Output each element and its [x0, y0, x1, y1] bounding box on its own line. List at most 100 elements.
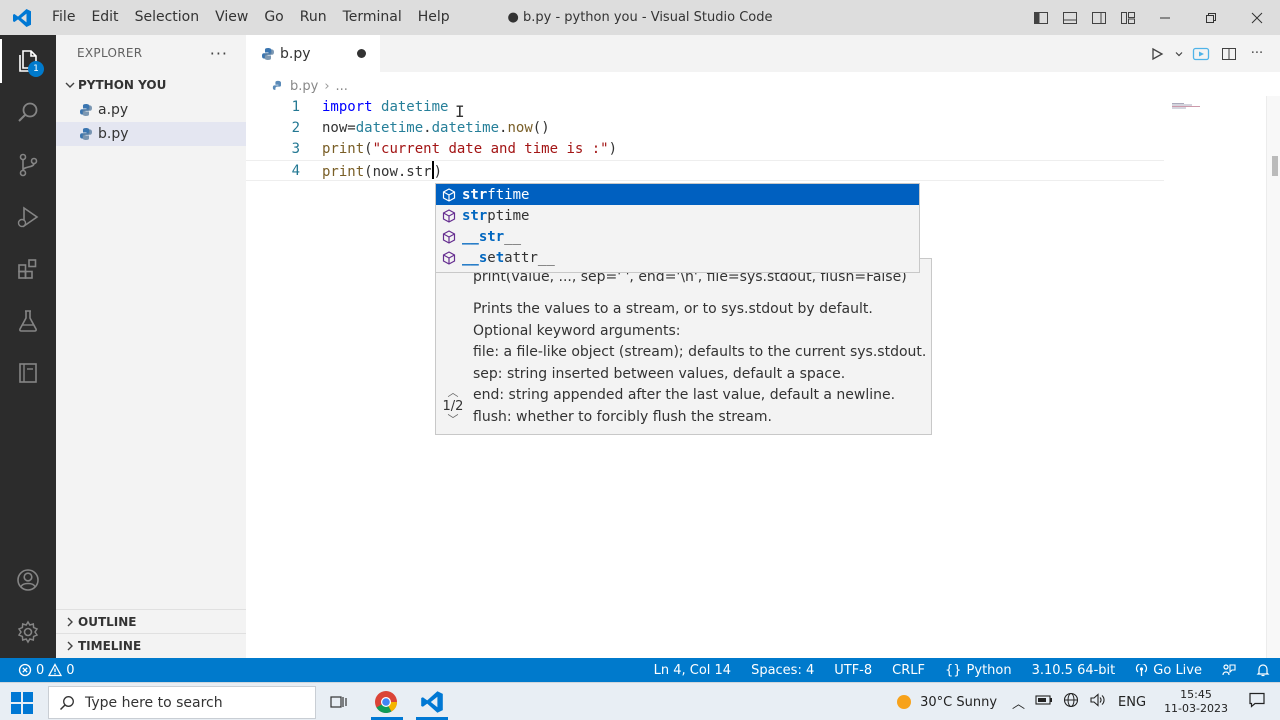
search-icon[interactable]: [0, 87, 56, 139]
chevron-up-icon[interactable]: ︿: [1007, 693, 1030, 712]
suggestion-item[interactable]: str ptime: [436, 205, 919, 226]
menu-run[interactable]: Run: [292, 0, 335, 35]
suggest-widget: str ftime str ptime __str __ __s e t attr__: [435, 183, 920, 273]
encoding[interactable]: UTF-8: [824, 663, 882, 678]
toggle-panel-icon[interactable]: [1055, 0, 1084, 35]
menu-terminal[interactable]: Terminal: [335, 0, 410, 35]
folder-python-you[interactable]: PYTHON YOU: [56, 72, 246, 98]
chrome-icon[interactable]: [371, 687, 401, 717]
run-debug-icon[interactable]: [0, 191, 56, 243]
python-file-icon: [260, 46, 276, 62]
chevron-up-icon[interactable]: ︿: [438, 387, 468, 399]
python-file-icon: [78, 102, 94, 118]
python-file-icon: [78, 126, 94, 142]
source-control-icon[interactable]: [0, 139, 56, 191]
settings-gear-icon[interactable]: [0, 606, 56, 658]
menu-go[interactable]: Go: [256, 0, 291, 35]
clock-date: 11-03-2023: [1164, 702, 1228, 715]
python-interpreter[interactable]: 3.10.5 64-bit: [1022, 663, 1126, 678]
notebook-icon[interactable]: [0, 347, 56, 399]
run-python-file-icon[interactable]: [1144, 41, 1170, 67]
taskbar-search-box[interactable]: Type here to search: [48, 686, 316, 719]
scrollbar-thumb[interactable]: [1272, 156, 1278, 176]
code-line: 2 now=datetime.datetime.now(): [246, 118, 1266, 139]
breadcrumb-file[interactable]: b.py: [290, 79, 318, 94]
clock[interactable]: 15:45 11-03-2023: [1154, 688, 1238, 716]
module-datetime: datetime: [381, 99, 449, 115]
go-live-button[interactable]: Go Live: [1125, 663, 1212, 678]
customize-layout-icon[interactable]: [1113, 0, 1142, 35]
minimize-icon[interactable]: [1142, 0, 1188, 35]
file-item-b-py[interactable]: b.py: [56, 122, 246, 146]
outline-section[interactable]: OUTLINE: [56, 609, 246, 633]
folder-name: PYTHON YOU: [78, 78, 167, 92]
suggestion-match: __s: [462, 249, 488, 266]
breadcrumb-more[interactable]: ...: [336, 79, 348, 94]
menu-file[interactable]: File: [44, 0, 83, 35]
toggle-secondary-sidebar-icon[interactable]: [1084, 0, 1113, 35]
more-actions-icon[interactable]: ···: [210, 44, 228, 63]
line-number: 3: [291, 141, 300, 157]
suggestion-item[interactable]: __str __: [436, 226, 919, 247]
language-mode[interactable]: {} Python: [935, 663, 1022, 678]
broadcast-icon: [1136, 663, 1148, 676]
action-center-icon[interactable]: [1238, 691, 1280, 713]
suggestion-match: __str: [462, 228, 505, 245]
go-live-label: Go Live: [1153, 662, 1202, 678]
status-bar: 0 0 Ln 4, Col 14 Spaces: 4 UTF-8 CRLF {}…: [0, 658, 1280, 682]
notifications-bell-icon[interactable]: [1246, 663, 1280, 677]
testing-icon[interactable]: [0, 295, 56, 347]
menu-selection[interactable]: Selection: [127, 0, 208, 35]
restore-icon[interactable]: [1188, 0, 1234, 35]
run-dropdown-chevron-icon[interactable]: [1172, 41, 1186, 67]
extensions-icon[interactable]: [0, 243, 56, 295]
live-preview-icon[interactable]: [1188, 41, 1214, 67]
cursor-position[interactable]: Ln 4, Col 14: [644, 663, 741, 678]
suggestion-item[interactable]: str ftime: [436, 184, 919, 205]
file-item-a-py[interactable]: a.py: [56, 98, 246, 122]
accounts-icon[interactable]: [0, 554, 56, 606]
code-token: .: [423, 120, 432, 136]
menu-help[interactable]: Help: [410, 0, 458, 35]
tab-b-py[interactable]: b.py: [246, 35, 380, 72]
warning-count: 0: [66, 662, 75, 678]
network-globe-icon[interactable]: [1058, 692, 1084, 712]
battery-icon[interactable]: [1030, 694, 1058, 710]
more-actions-icon[interactable]: ···: [1244, 41, 1270, 67]
outline-label: OUTLINE: [78, 614, 137, 629]
method-cube-icon: [440, 207, 458, 225]
code-token: now: [507, 120, 533, 136]
end-of-line[interactable]: CRLF: [882, 663, 935, 678]
weather-widget[interactable]: 30°C Sunny: [884, 692, 1007, 712]
indentation[interactable]: Spaces: 4: [741, 663, 824, 678]
problems-indicator[interactable]: 0 0: [0, 663, 75, 678]
method-cube-icon: [440, 186, 458, 204]
minimap[interactable]: [1172, 98, 1206, 109]
chevron-down-icon[interactable]: ﹀: [438, 414, 468, 426]
close-icon[interactable]: [1234, 0, 1280, 35]
vertical-scrollbar[interactable]: [1266, 96, 1280, 658]
language-label: Python: [966, 662, 1012, 678]
explorer-icon[interactable]: 1: [0, 35, 56, 87]
volume-icon[interactable]: [1084, 692, 1110, 712]
timeline-section[interactable]: TIMELINE: [56, 633, 246, 657]
hint-doc-line: Optional keyword arguments:: [473, 322, 681, 339]
hint-documentation: Prints the values to a stream, or to sys…: [473, 299, 926, 428]
chevron-right-icon: [62, 616, 78, 628]
toggle-primary-sidebar-icon[interactable]: [1026, 0, 1055, 35]
line-number: 4: [291, 163, 300, 179]
feedback-icon[interactable]: [1212, 663, 1246, 677]
menu-edit[interactable]: Edit: [83, 0, 126, 35]
task-view-icon[interactable]: [324, 687, 354, 717]
unsaved-dot-icon[interactable]: [357, 49, 366, 58]
line-number: 2: [291, 120, 300, 136]
menu-view[interactable]: View: [207, 0, 256, 35]
vscode-taskbar-icon[interactable]: [417, 687, 447, 717]
split-editor-icon[interactable]: [1216, 41, 1242, 67]
input-language[interactable]: ENG: [1110, 695, 1154, 710]
code-token: datetime: [355, 120, 424, 136]
code-token: datetime: [431, 120, 500, 136]
windows-start-icon[interactable]: [10, 691, 34, 715]
explorer-title: EXPLORER: [77, 46, 143, 60]
suggestion-item[interactable]: __s e t attr__: [436, 247, 919, 268]
